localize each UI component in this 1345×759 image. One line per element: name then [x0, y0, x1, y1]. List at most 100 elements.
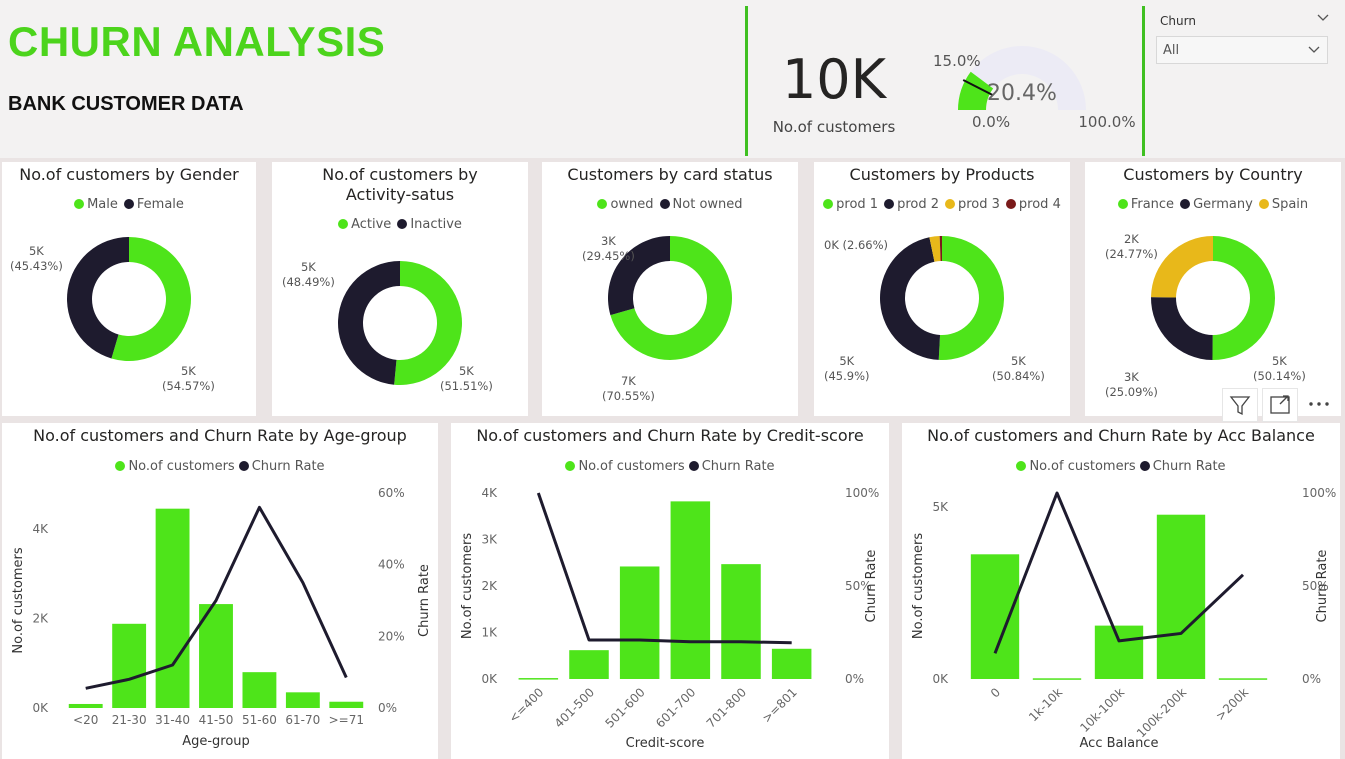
data-label-value: 5K: [1271, 354, 1287, 368]
gauge-target-label: 15.0%: [933, 52, 981, 70]
data-label: 5K (50.84%): [992, 354, 1045, 384]
dashboard-subtitle: BANK CUSTOMER DATA: [8, 93, 244, 115]
bar[interactable]: [569, 650, 609, 679]
data-label: 3K (25.09%): [1105, 370, 1158, 400]
data-label-value: 7K: [620, 374, 636, 388]
y2-tick-label: 0%: [845, 672, 864, 686]
y-tick-label: 2K: [32, 611, 49, 625]
y-tick-label: 3K: [481, 533, 498, 547]
x-tick-label: 1k-10k: [1026, 685, 1065, 724]
y2-tick-label: 40%: [378, 558, 405, 572]
data-label-percent: (45.43%): [10, 259, 63, 273]
data-label-percent: (25.09%): [1105, 385, 1158, 399]
focus-mode-button[interactable]: [1262, 388, 1298, 422]
data-label: 7K (70.55%): [602, 374, 655, 404]
y-axis-title: No.of customers: [911, 533, 926, 639]
donut-slice[interactable]: [938, 236, 1005, 360]
combo-chart-panel[interactable]: No.of customers and Churn Rate by Acc Ba…: [902, 423, 1340, 759]
bar[interactable]: [771, 648, 812, 679]
kpi-label: No.of customers: [772, 118, 896, 136]
bar[interactable]: [68, 703, 103, 708]
x-tick-label: 401-500: [552, 685, 597, 730]
x-tick-label: 100k-200k: [1134, 685, 1189, 740]
data-label-percent: (50.14%): [1253, 369, 1306, 383]
gauge-value: 20.4%: [987, 81, 1057, 106]
gauge-svg: 15.0% 20.4% 0.0% 100.0%: [933, 46, 1136, 131]
donut-panel[interactable]: Customers by Products prod 1 prod 2 prod 3p…: [814, 162, 1070, 416]
data-label-percent: (50.84%): [992, 369, 1045, 383]
x-tick-label: <=400: [506, 685, 546, 725]
churn-gauge[interactable]: 15.0% 20.4% 0.0% 100.0%: [920, 6, 1145, 156]
y2-tick-label: 60%: [378, 486, 405, 500]
x-axis-title: Credit-score: [626, 736, 705, 751]
y-tick-label: 0K: [481, 672, 498, 686]
slicer-title: Churn: [1160, 14, 1196, 28]
data-label-percent: (70.55%): [602, 389, 655, 403]
data-label: 5K (50.14%): [1253, 354, 1306, 384]
donut-chart: [608, 236, 732, 360]
donut-slice[interactable]: [1151, 297, 1213, 360]
x-tick-label: 501-600: [602, 685, 647, 730]
x-axis-title: Acc Balance: [1080, 736, 1159, 751]
data-label: 5K (45.9%): [824, 354, 870, 384]
bar[interactable]: [1156, 514, 1206, 679]
slicer-dropdown[interactable]: All: [1156, 36, 1328, 64]
donut-panel[interactable]: No.of customers by Gender Male Female 5K (45…: [2, 162, 256, 416]
bar[interactable]: [329, 701, 364, 708]
x-tick-label: 10k-100k: [1077, 685, 1127, 735]
x-axis-title: Age-group: [182, 734, 250, 749]
gauge-min-label: 0.0%: [972, 113, 1010, 131]
x-tick-label: 51-60: [242, 713, 277, 727]
bar[interactable]: [112, 623, 147, 708]
donut-panel[interactable]: Customers by Country France Germany Spain 2K…: [1085, 162, 1341, 416]
bar[interactable]: [619, 566, 660, 679]
chevron-down-icon: [1308, 46, 1320, 53]
y-axis-title: No.of customers: [460, 533, 475, 639]
bar[interactable]: [242, 672, 277, 708]
x-tick-label: 41-50: [199, 713, 234, 727]
chevron-down-icon[interactable]: [1316, 12, 1330, 24]
data-label-percent: (54.57%): [162, 379, 215, 393]
data-label-value: 5K: [458, 364, 474, 378]
bar[interactable]: [970, 554, 1020, 679]
donut-panel[interactable]: No.of customers by Activity-satus Active I…: [272, 162, 528, 416]
focus-mode-icon: [1270, 395, 1290, 414]
data-label-value: 5K: [180, 364, 196, 378]
donut-slice[interactable]: [1212, 236, 1276, 360]
gauge-max-label: 100.0%: [1078, 113, 1135, 131]
filter-button[interactable]: [1222, 388, 1258, 422]
donut-panel[interactable]: Customers by card status owned Not owned 3K…: [542, 162, 798, 416]
visual-toolbar: [1222, 388, 1342, 422]
y-tick-label: 2K: [481, 579, 498, 593]
combo-chart-svg: 0K 2K 4K 0% 20% 40% 60% <20 21-30 31-40 41-50 51-60…: [11, 486, 432, 749]
y-tick-label: 0K: [932, 672, 949, 686]
bar[interactable]: [670, 501, 711, 679]
bar[interactable]: [155, 508, 190, 708]
y-axis-title: No.of customers: [11, 547, 26, 653]
churn-slicer[interactable]: Churn All: [1148, 6, 1338, 96]
bar[interactable]: [721, 564, 761, 679]
donut-slice[interactable]: [338, 261, 400, 385]
bar[interactable]: [518, 678, 559, 680]
donut-slice[interactable]: [1151, 236, 1213, 298]
donut-chart: [67, 237, 192, 361]
x-tick-label: <20: [73, 713, 98, 727]
bar[interactable]: [1094, 625, 1144, 679]
y-tick-label: 1K: [481, 626, 498, 640]
bar[interactable]: [1218, 678, 1268, 680]
data-label: 5K (51.51%): [440, 364, 493, 394]
more-options-button[interactable]: [1302, 388, 1336, 420]
data-label-percent: (48.49%): [282, 275, 335, 289]
donut-slice[interactable]: [880, 237, 941, 360]
combo-chart-svg: 0K1K2K3K4K0%50%100%<=400 401-500 501-600 60…: [460, 486, 879, 751]
bar[interactable]: [1032, 678, 1082, 680]
combo-chart-panel[interactable]: No.of customers and Churn Rate by Age-gr…: [2, 423, 438, 759]
data-label: 5K (48.49%): [282, 260, 335, 290]
bar[interactable]: [285, 692, 320, 708]
y2-axis-title: Churn Rate: [417, 564, 432, 637]
y-tick-label: 0K: [32, 701, 49, 715]
y2-tick-label: 100%: [1302, 486, 1336, 500]
kpi-card[interactable]: 10K No.of customers: [745, 6, 923, 156]
combo-chart-panel[interactable]: No.of customers and Churn Rate by Credit…: [451, 423, 889, 759]
data-label-percent: (24.77%): [1105, 247, 1158, 261]
